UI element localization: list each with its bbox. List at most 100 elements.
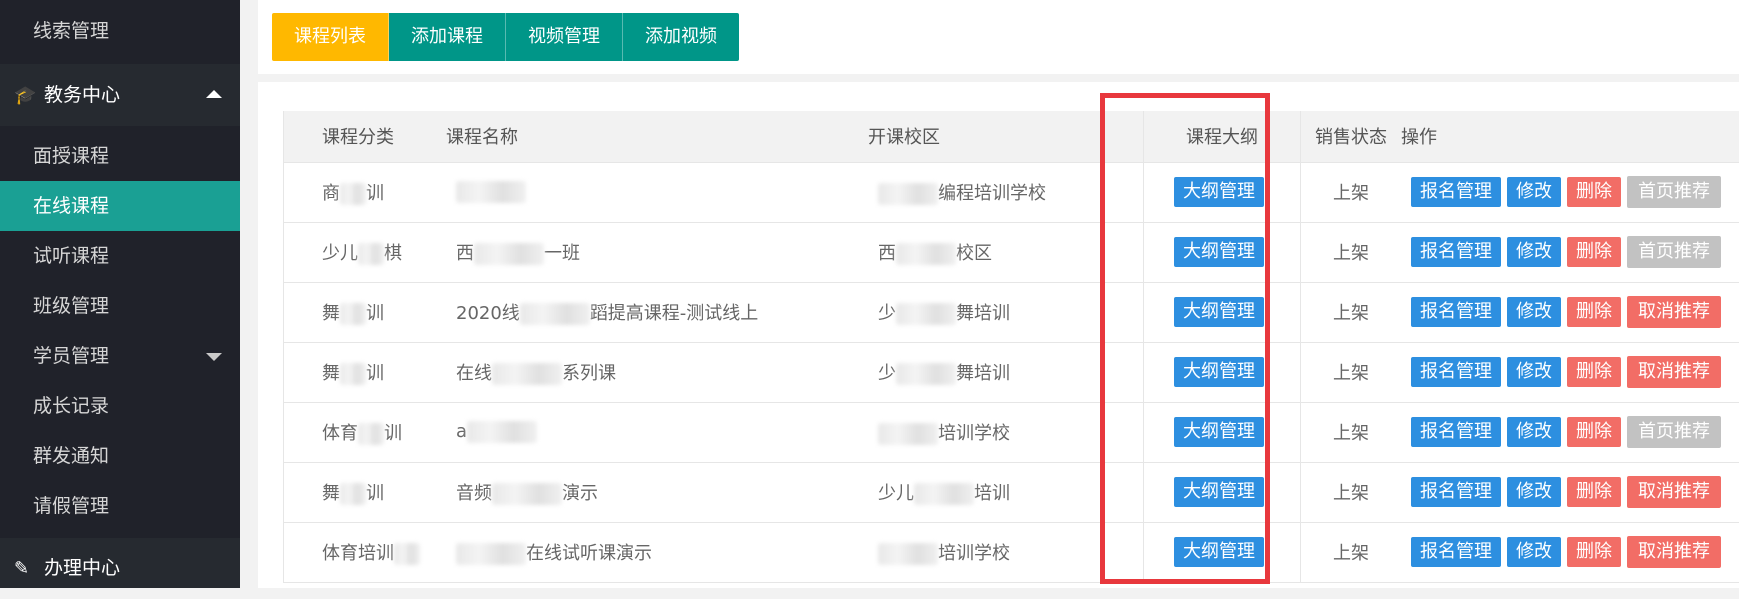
cell-status: 上架 <box>1301 522 1402 582</box>
campus-text: 编程培训学校 <box>938 183 1046 204</box>
course-name-text: 西 <box>456 243 474 264</box>
campus-text: 舞培训 <box>956 303 1010 324</box>
edit-button[interactable]: 修改 <box>1507 297 1561 327</box>
tab-add-course[interactable]: 添加课程 <box>389 13 506 61</box>
cell-category: 体育训 <box>322 402 446 462</box>
cell-name: 2020线蹈提高课程-测试线上 <box>446 282 868 342</box>
campus-text: 校区 <box>956 243 992 264</box>
redacted-blur <box>492 483 562 505</box>
sidebar: 线索管理 🎓 教务中心 面授课程 在线课程 试听课程 班级管理 学员管理 成长记… <box>0 0 240 588</box>
edit-button[interactable]: 修改 <box>1507 237 1561 267</box>
sidebar-group-edu-center[interactable]: 🎓 教务中心 <box>0 64 240 126</box>
edit-button[interactable]: 修改 <box>1507 537 1561 567</box>
redacted-blur <box>896 243 956 265</box>
sidebar-item-online-courses[interactable]: 在线课程 <box>0 181 240 231</box>
delete-button[interactable]: 删除 <box>1567 297 1621 327</box>
course-name-text: 在线试听课演示 <box>526 543 652 564</box>
sidebar-item-label: 成长记录 <box>33 395 109 417</box>
redacted-blur <box>358 423 384 445</box>
sidebar-item-label: 班级管理 <box>33 295 109 317</box>
tab-course-list[interactable]: 课程列表 <box>272 13 389 61</box>
sidebar-item-student-management[interactable]: 学员管理 <box>0 331 240 381</box>
delete-button[interactable]: 删除 <box>1567 477 1621 507</box>
edit-button[interactable]: 修改 <box>1507 417 1561 447</box>
redacted-blur <box>467 421 537 443</box>
recommend-button[interactable]: 取消推荐 <box>1627 536 1721 568</box>
enroll-management-button[interactable]: 报名管理 <box>1411 417 1501 447</box>
tab-video-management[interactable]: 视频管理 <box>506 13 623 61</box>
sidebar-item-label: 请假管理 <box>33 495 109 517</box>
delete-button[interactable]: 删除 <box>1567 537 1621 567</box>
cell-ops: 报名管理修改删除首页推荐 <box>1401 402 1739 462</box>
enroll-management-button[interactable]: 报名管理 <box>1411 177 1501 207</box>
delete-button[interactable]: 删除 <box>1567 417 1621 447</box>
sidebar-item-bulk-notify[interactable]: 群发通知 <box>0 431 240 481</box>
campus-text: 培训学校 <box>938 543 1010 564</box>
table-row: 体育训a培训学校大纲管理上架报名管理修改删除首页推荐 <box>284 402 1739 462</box>
edit-button[interactable]: 修改 <box>1507 177 1561 207</box>
cell-status: 上架 <box>1301 282 1402 342</box>
recommend-button[interactable]: 首页推荐 <box>1627 236 1721 268</box>
redacted-blur <box>340 483 366 505</box>
cell-category: 舞训 <box>322 342 446 402</box>
course-name-text: 演示 <box>562 483 598 504</box>
category-text: 棋 <box>384 243 402 264</box>
sidebar-item-label: 学员管理 <box>33 345 109 367</box>
sidebar-item-trial-courses[interactable]: 试听课程 <box>0 231 240 281</box>
cell-category: 舞训 <box>322 282 446 342</box>
recommend-button[interactable]: 取消推荐 <box>1627 476 1721 508</box>
sidebar-item-leave-management[interactable]: 请假管理 <box>0 481 240 531</box>
course-name-text: 2020线 <box>456 303 520 324</box>
delete-button[interactable]: 删除 <box>1567 177 1621 207</box>
category-text: 舞 <box>322 303 340 324</box>
redacted-blur <box>474 243 544 265</box>
tab-add-video[interactable]: 添加视频 <box>623 13 739 61</box>
delete-button[interactable]: 删除 <box>1567 357 1621 387</box>
recommend-button[interactable]: 首页推荐 <box>1627 176 1721 208</box>
recommend-button[interactable]: 首页推荐 <box>1627 416 1721 448</box>
recommend-button[interactable]: 取消推荐 <box>1627 356 1721 388</box>
campus-text: 少儿 <box>878 483 914 504</box>
redacted-blur <box>896 363 956 385</box>
enroll-management-button[interactable]: 报名管理 <box>1411 477 1501 507</box>
delete-button[interactable]: 删除 <box>1567 237 1621 267</box>
cell-status: 上架 <box>1301 402 1402 462</box>
category-text: 训 <box>384 423 402 444</box>
category-text: 体育培训 <box>322 543 394 564</box>
table-row: 少儿棋西一班西校区大纲管理上架报名管理修改删除首页推荐 <box>284 222 1739 282</box>
recommend-button[interactable]: 取消推荐 <box>1627 296 1721 328</box>
cell-status: 上架 <box>1301 222 1402 282</box>
sidebar-item-offline-courses[interactable]: 面授课程 <box>0 131 240 181</box>
cell-ops: 报名管理修改删除取消推荐 <box>1401 282 1739 342</box>
cell-category: 少儿棋 <box>322 222 446 282</box>
sidebar-item-label: 面授课程 <box>33 145 109 167</box>
edit-button[interactable]: 修改 <box>1507 357 1561 387</box>
redacted-blur <box>340 303 366 325</box>
sidebar-item-growth-records[interactable]: 成长记录 <box>0 381 240 431</box>
sidebar-group-office-center[interactable]: ✎ 办理中心 <box>0 538 240 588</box>
enroll-management-button[interactable]: 报名管理 <box>1411 357 1501 387</box>
table-row: 舞训音频演示少儿培训大纲管理上架报名管理修改删除取消推荐 <box>284 462 1739 522</box>
redacted-blur <box>340 183 366 205</box>
campus-text: 少 <box>878 363 896 384</box>
redacted-blur <box>394 543 420 565</box>
enroll-management-button[interactable]: 报名管理 <box>1411 537 1501 567</box>
redacted-blur <box>340 363 366 385</box>
sidebar-item-class-management[interactable]: 班级管理 <box>0 281 240 331</box>
tab-bar: 课程列表 添加课程 视频管理 添加视频 <box>272 13 739 61</box>
campus-text: 舞培训 <box>956 363 1010 384</box>
enroll-management-button[interactable]: 报名管理 <box>1411 237 1501 267</box>
cell-name: 音频演示 <box>446 462 868 522</box>
outline-column-highlight <box>1100 93 1270 584</box>
redacted-blur <box>456 181 526 203</box>
header-status: 销售状态 <box>1301 111 1402 162</box>
edit-button[interactable]: 修改 <box>1507 477 1561 507</box>
enroll-management-button[interactable]: 报名管理 <box>1411 297 1501 327</box>
redacted-blur <box>914 483 974 505</box>
sidebar-item-label: 线索管理 <box>33 20 109 42</box>
sidebar-item-leads[interactable]: 线索管理 <box>0 6 240 56</box>
redacted-blur <box>492 363 562 385</box>
campus-text: 少 <box>878 303 896 324</box>
redacted-blur <box>358 243 384 265</box>
course-name-text: 一班 <box>544 243 580 264</box>
